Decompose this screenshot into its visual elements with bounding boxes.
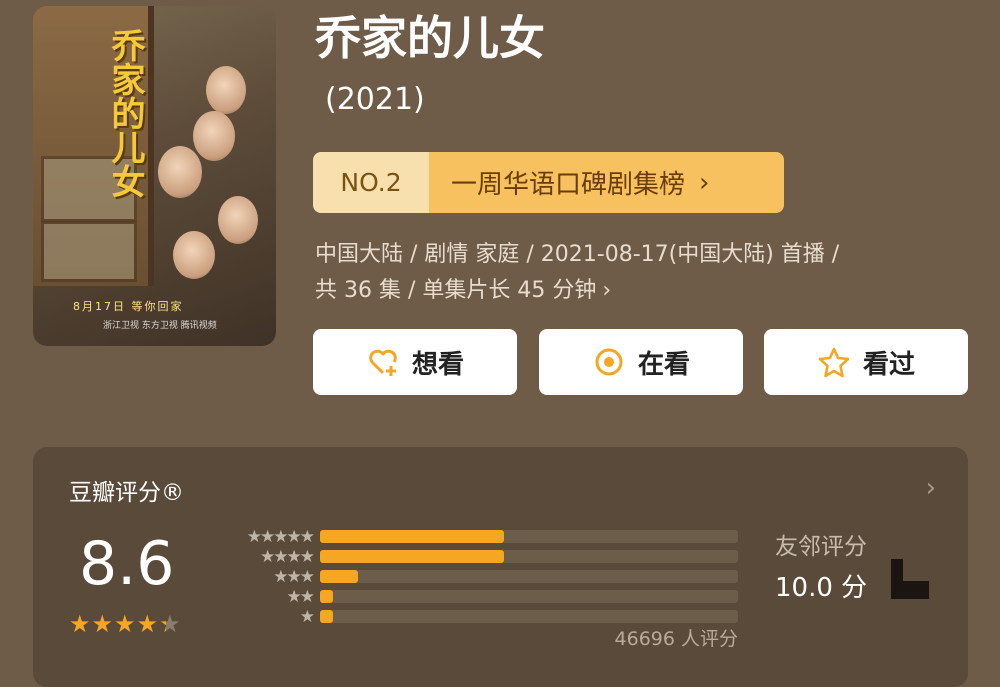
ranking-badge[interactable]: NO.2 一周华语口碑剧集榜 › (313, 152, 784, 213)
movie-meta[interactable]: 中国大陆 / 剧情 家庭 / 2021-08-17(中国大陆) 首播 / 共 3… (315, 237, 975, 309)
distribution-bar-1 (320, 610, 333, 623)
distribution-stars-2: ★★ (286, 587, 315, 607)
rating-header: 豆瓣评分® (69, 480, 184, 506)
distribution-bar-4 (320, 550, 504, 563)
ranking-number: NO.2 (313, 152, 429, 213)
friend-rating-label: 友邻评分 (775, 534, 867, 560)
heart-plus-icon (366, 345, 400, 379)
watching-button[interactable]: 在看 (539, 329, 743, 395)
ranking-list-label: 一周华语口碑剧集榜 (451, 170, 686, 200)
distribution-stars-3: ★★★ (273, 567, 315, 587)
distribution-bar-5 (320, 530, 504, 543)
meta-line-genre-date: 中国大陆 / 剧情 家庭 / 2021-08-17(中国大陆) 首播 / (315, 242, 840, 267)
distribution-bar-track (320, 530, 738, 543)
douban-rating-card[interactable]: 豆瓣评分® › 8.6 ★★★★★ ★★★★★ ★★★★ ★★★ ★★ ★ 46… (33, 447, 968, 687)
poster-cast-photo (148, 56, 276, 296)
distribution-bar-2 (320, 590, 333, 603)
page-title: 乔家的儿女 (315, 11, 545, 65)
distribution-stars-5: ★★★★★ (246, 527, 315, 547)
poster-logos: 浙江卫视 东方卫视 腾讯视频 (103, 321, 217, 331)
rating-star: ★ (69, 610, 92, 638)
rating-star: ★ (159, 610, 182, 638)
rating-star: ★ (136, 610, 160, 638)
poster-date: 8月17日 等你回家 (73, 300, 184, 313)
avatar-block (891, 559, 903, 599)
distribution-bar-track (320, 550, 738, 563)
rating-star: ★ (114, 610, 137, 638)
friend-avatar[interactable] (891, 559, 929, 599)
distribution-bar-track (320, 570, 738, 583)
avatar-block (903, 581, 929, 599)
want-to-watch-label: 想看 (411, 349, 464, 380)
rating-stars-glyphs: ★★★★★ (69, 610, 182, 638)
watched-label: 看过 (862, 349, 915, 380)
chevron-right-icon[interactable]: › (926, 473, 936, 503)
poster-face (206, 66, 246, 114)
friend-rating-score: 10.0 分 (775, 573, 868, 603)
chevron-right-icon: › (602, 278, 612, 303)
star-outline-icon (817, 345, 851, 379)
want-to-watch-button[interactable]: 想看 (313, 329, 517, 395)
watched-button[interactable]: 看过 (764, 329, 968, 395)
poster-title: 乔家的儿女 (105, 28, 145, 198)
release-year: (2021) (325, 82, 425, 117)
distribution-bar-track (320, 590, 738, 603)
chevron-right-icon: › (699, 167, 710, 198)
distribution-bar-3 (320, 570, 358, 583)
poster-face (158, 146, 202, 198)
rating-score: 8.6 (79, 529, 175, 599)
target-circle-icon (592, 345, 626, 379)
rating-count: 46696 人评分 (614, 628, 738, 650)
distribution-stars-4: ★★★★ (260, 547, 315, 567)
ranking-list-name: 一周华语口碑剧集榜 › (429, 152, 784, 213)
poster-window-pane (41, 221, 137, 282)
distribution-bar-track (320, 610, 738, 623)
rating-stars: ★★★★★ (69, 610, 182, 638)
poster-face (173, 231, 215, 279)
distribution-stars-1: ★ (299, 607, 315, 627)
watching-label: 在看 (637, 349, 690, 380)
poster-image[interactable]: 乔家的儿女 8月17日 等你回家 浙江卫视 东方卫视 腾讯视频 (33, 6, 276, 346)
meta-line-episodes: 共 36 集 / 单集片长 45 分钟 › (315, 273, 975, 309)
meta-episodes-text: 共 36 集 / 单集片长 45 分钟 (315, 278, 597, 303)
rating-star: ★ (91, 610, 115, 638)
poster-face (193, 111, 235, 161)
poster-face (218, 196, 258, 244)
